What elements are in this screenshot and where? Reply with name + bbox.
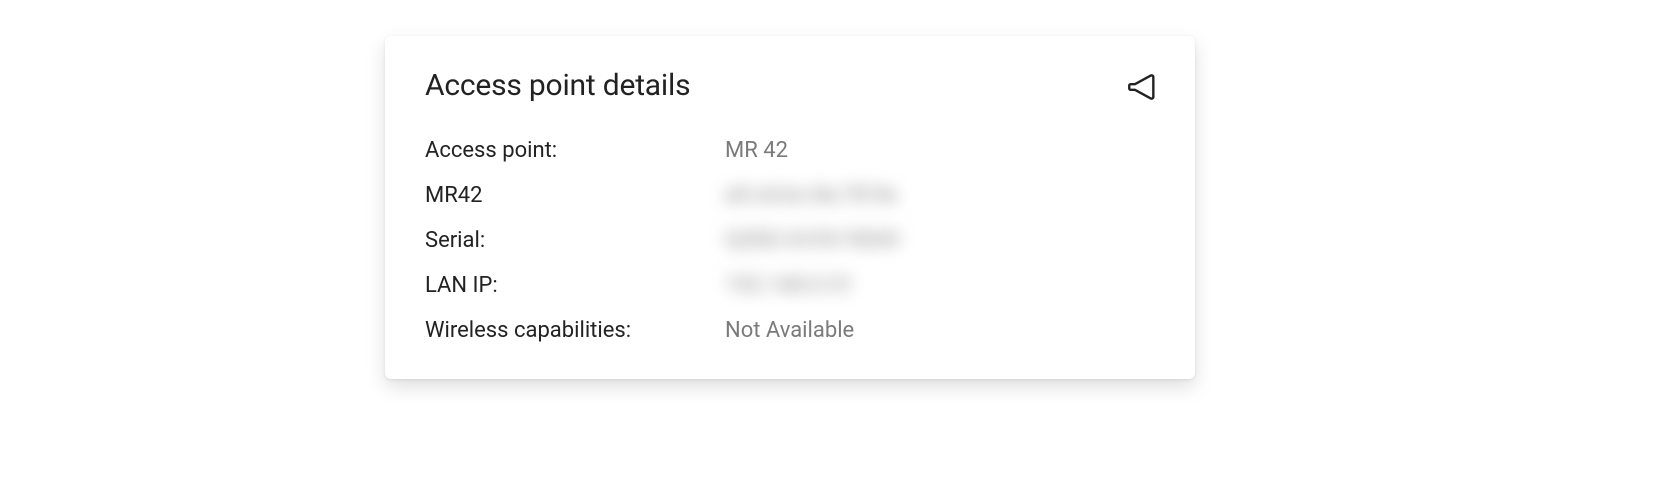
detail-value: MR 42 <box>725 138 788 163</box>
detail-value-blurred: e0:cb:bc:8a:78:9a <box>725 183 897 208</box>
detail-label: Serial: <box>425 228 725 253</box>
detail-row-lan-ip: LAN IP: 192.168.0.51 <box>425 273 1155 298</box>
detail-label: LAN IP: <box>425 273 725 298</box>
detail-row-access-point: Access point: MR 42 <box>425 138 1155 163</box>
detail-label: Wireless capabilities: <box>425 318 725 343</box>
detail-row-mac: MR42 e0:cb:bc:8a:78:9a <box>425 183 1155 208</box>
detail-label: MR42 <box>425 183 725 208</box>
detail-value-blurred: 192.168.0.51 <box>725 273 854 298</box>
megaphone-icon[interactable] <box>1125 70 1159 104</box>
access-point-details-card: Access point details Access point: MR 42… <box>385 36 1195 379</box>
detail-value: Not Available <box>725 318 854 343</box>
details-list: Access point: MR 42 MR42 e0:cb:bc:8a:78:… <box>425 138 1155 343</box>
card-title: Access point details <box>425 68 690 103</box>
card-header: Access point details <box>425 68 1155 104</box>
detail-label: Access point: <box>425 138 725 163</box>
detail-row-wireless-capabilities: Wireless capabilities: Not Available <box>425 318 1155 343</box>
detail-row-serial: Serial: Q2KD-GV5V-9D69 <box>425 228 1155 253</box>
detail-value-blurred: Q2KD-GV5V-9D69 <box>725 228 899 253</box>
